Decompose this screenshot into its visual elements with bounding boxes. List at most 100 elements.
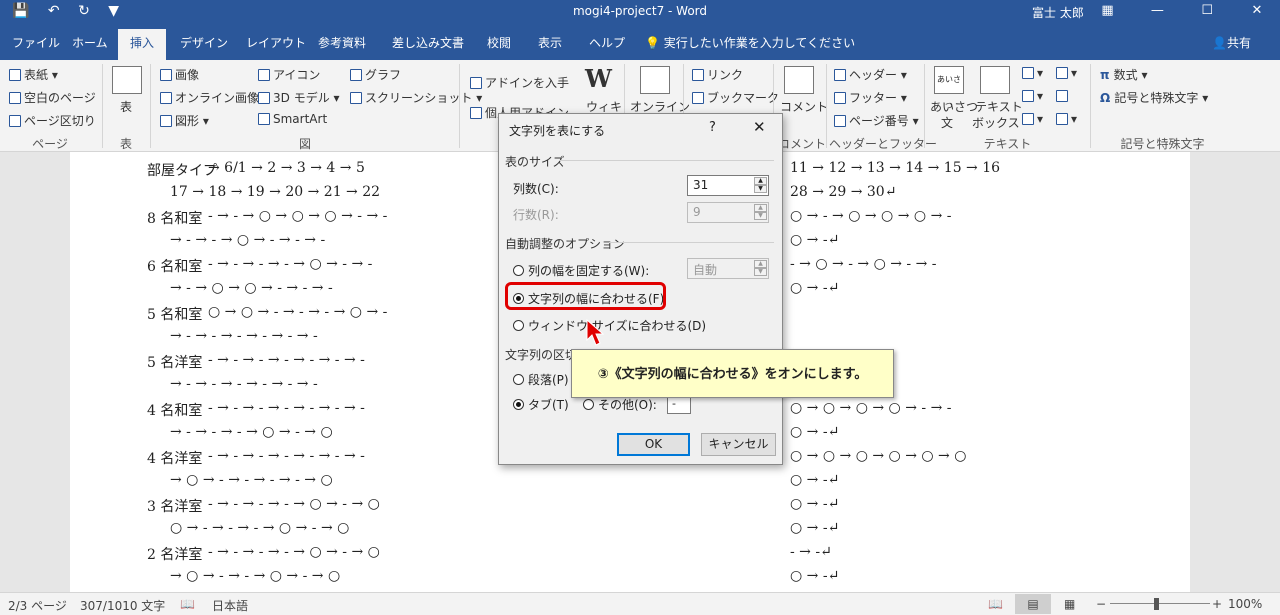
wordart-icon[interactable]: ▾ [1022, 89, 1043, 103]
close-icon[interactable]: ✕ [753, 118, 766, 136]
tab-view[interactable]: 表示 [538, 34, 562, 51]
radio-dot [513, 320, 524, 331]
proofing-icon[interactable]: 📖 [180, 597, 195, 611]
blank-page-button[interactable]: 空白のページ [9, 89, 96, 106]
columns-spinner[interactable]: 31 ▲ ▼ [687, 175, 769, 196]
room-type-label: 3 名洋室 [147, 499, 203, 515]
bookmark-button[interactable]: ブックマーク [692, 89, 779, 106]
pointer-arrow-icon [586, 318, 605, 346]
cancel-button[interactable]: キャンセル [701, 433, 776, 456]
greeting-button[interactable]: あいさつ [930, 98, 978, 115]
tell-me-search[interactable]: 💡 実行したい作業を入力してください [645, 34, 855, 51]
chart-button[interactable]: グラフ [350, 66, 401, 83]
minimize-icon[interactable]: — [1134, 0, 1180, 22]
tab-help[interactable]: ヘルプ [589, 34, 625, 51]
group-separator [150, 64, 151, 148]
tab-layout[interactable]: レイアウト [246, 34, 306, 51]
icons-button[interactable]: アイコン [258, 66, 320, 83]
zoom-thumb[interactable] [1154, 598, 1159, 610]
group-separator [924, 64, 925, 148]
divider [609, 242, 774, 243]
header-button[interactable]: ヘッダー ▾ [834, 66, 907, 83]
autofit-window-radio[interactable]: ウィンドウ サイズに合わせる(D) [513, 317, 706, 334]
3d-model-button[interactable]: 3D モデル ▾ [258, 89, 340, 106]
paragraph-label: 段落(P) [528, 373, 569, 387]
textbox-button[interactable]: テキスト [975, 98, 1023, 115]
read-mode-icon[interactable]: 📖 [988, 597, 1003, 611]
object-icon[interactable]: ▾ [1056, 112, 1077, 126]
comment-button[interactable]: コメント [780, 98, 828, 115]
share-button[interactable]: 👤共有 [1212, 34, 1251, 51]
up-arrow-icon: ▲ [754, 260, 767, 268]
symbol-button[interactable]: Ω 記号と特殊文字 ▾ [1100, 89, 1208, 106]
web-layout-icon[interactable]: ▦ [1064, 597, 1075, 611]
tab-radio[interactable]: タブ(T) [513, 396, 569, 413]
availability-sequence: → ○ → - → - → - → - → ○ [170, 472, 333, 488]
lightbulb-icon: 💡 [645, 36, 660, 50]
cover-page-button[interactable]: 表紙 ▾ [9, 66, 58, 83]
fixed-width-value: 自動 [693, 263, 718, 277]
print-layout-icon[interactable]: ▤ [1015, 594, 1051, 614]
zoom-slider[interactable] [1110, 603, 1210, 604]
tab-design[interactable]: デザイン [180, 34, 228, 51]
availability-sequence: - → - → - → - → - → - → - [208, 352, 365, 368]
page-number-button[interactable]: ページ番号 ▾ [834, 112, 919, 129]
highlight-frame [505, 282, 666, 310]
table-size-heading: 表のサイズ [505, 155, 565, 169]
screenshot-button[interactable]: スクリーンショット ▾ [350, 89, 482, 106]
tab-review[interactable]: 校閲 [487, 34, 511, 51]
zoom-out-icon[interactable]: − [1096, 597, 1106, 611]
smartart-label: SmartArt [273, 112, 328, 126]
zoom-level[interactable]: 100% [1228, 597, 1262, 611]
tab-insert[interactable]: 挿入 [118, 29, 167, 60]
tab-home[interactable]: ホーム [72, 34, 108, 51]
ribbon-display-icon[interactable]: ▦ [1085, 0, 1131, 22]
page-number-label: ページ番号 [849, 114, 909, 128]
paragraph-radio[interactable]: 段落(P) [513, 371, 569, 388]
picture-icon [160, 69, 172, 81]
get-addins-button[interactable]: アドインを入手 [470, 74, 569, 91]
fixed-width-radio[interactable]: 列の幅を固定する(W): [513, 262, 649, 279]
group-label-text: テキスト [983, 137, 1032, 151]
language[interactable]: 日本語 [212, 597, 248, 614]
tab-mailings[interactable]: 差し込み文書 [392, 34, 464, 51]
spinner-arrows: ▲ ▼ [754, 204, 767, 221]
zoom-in-icon[interactable]: + [1212, 597, 1222, 611]
maximize-icon[interactable]: ☐ [1184, 0, 1230, 22]
columns-label: 列数(C): [513, 182, 559, 196]
online-picture-icon [160, 92, 172, 104]
user-name[interactable]: 富士 太郎 [1032, 4, 1084, 21]
online-picture-button[interactable]: オンライン画像 [160, 89, 259, 106]
greeting-button-line2[interactable]: 文 [941, 114, 953, 131]
picture-button[interactable]: 画像 [160, 66, 199, 83]
screenshot-label: スクリーンショット [365, 91, 473, 105]
instruction-callout: ③《文字列の幅に合わせる》をオンにします。 [571, 349, 894, 398]
footer-button[interactable]: フッター ▾ [834, 89, 907, 106]
room-type-label: 4 名和室 [147, 403, 203, 419]
tab-references[interactable]: 参考資料 [318, 34, 366, 51]
table-button[interactable]: 表 [120, 98, 132, 115]
equation-button[interactable]: π 数式 ▾ [1100, 66, 1148, 83]
dropcap-icon[interactable]: ▾ [1022, 112, 1043, 126]
close-icon[interactable]: ✕ [1234, 0, 1280, 22]
ok-button[interactable]: OK [617, 433, 690, 456]
up-arrow-icon[interactable]: ▲ [754, 177, 767, 185]
page-count[interactable]: 2/3 ページ [8, 597, 67, 614]
group-label-header-footer: ヘッダーとフッター [828, 137, 937, 151]
help-icon[interactable]: ? [709, 120, 716, 135]
down-arrow-icon[interactable]: ▼ [754, 185, 767, 193]
textbox-button-line2[interactable]: ボックス [972, 114, 1020, 131]
date-time-icon[interactable] [1056, 89, 1071, 103]
shapes-button[interactable]: 図形 ▾ [160, 112, 209, 129]
picture-label: 画像 [175, 68, 200, 82]
availability-sequence: → - → ○ → ○ → - → - → - [170, 280, 333, 296]
page-break-button[interactable]: ページ区切り [9, 112, 96, 129]
word-count[interactable]: 307/1010 文字 [80, 597, 165, 614]
tab-file[interactable]: ファイル [12, 34, 60, 51]
spinner-arrows[interactable]: ▲ ▼ [754, 177, 767, 194]
signature-line-icon[interactable]: ▾ [1056, 66, 1077, 80]
group-separator [102, 64, 103, 148]
link-button[interactable]: リンク [692, 66, 743, 83]
quick-parts-icon[interactable]: ▾ [1022, 66, 1043, 80]
smartart-button[interactable]: SmartArt [258, 112, 327, 126]
